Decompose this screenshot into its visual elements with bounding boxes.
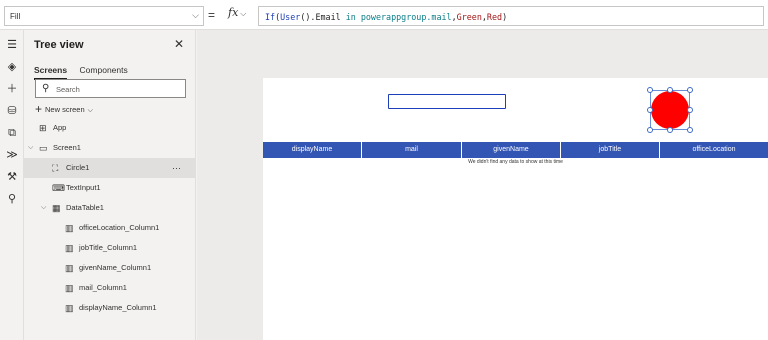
resize-handle[interactable] — [647, 87, 653, 93]
tree-item-label: jobTitle_Column1 — [79, 243, 138, 252]
tree-item-officelocation-column1[interactable]: ▥ officeLocation_Column1 — [24, 218, 195, 238]
column-icon: ▥ — [65, 243, 74, 253]
column-icon: ▥ — [65, 283, 74, 293]
panel-title: Tree view — [34, 39, 84, 51]
fx-button[interactable]: fx ⌵ — [228, 6, 256, 24]
screen-icon: ▭ — [39, 143, 48, 153]
column-header-displayname[interactable]: displayName — [263, 142, 362, 158]
data-table-header: displayName mail givenName jobTitle offi… — [263, 142, 768, 158]
tree-item-label: mail_Column1 — [79, 283, 127, 292]
tree-item-datatable1[interactable]: ⌵ ▦ DataTable1 — [24, 198, 195, 218]
new-screen-label: New screen — [45, 105, 85, 114]
column-header-givenname[interactable]: givenName — [462, 142, 561, 158]
resize-handle[interactable] — [667, 127, 673, 133]
column-header-mail[interactable]: mail — [362, 142, 462, 158]
column-icon: ▥ — [65, 263, 74, 273]
resize-handle[interactable] — [687, 127, 693, 133]
formula-token: If — [265, 12, 276, 22]
tree-item-screen1[interactable]: ⌵ ▭ Screen1 — [24, 138, 195, 158]
empty-table-message: We didn't find any data to show at this … — [468, 159, 563, 165]
chevron-down-icon[interactable]: ⌵ — [28, 138, 33, 158]
tree-item-displayname-column1[interactable]: ▥ displayName_Column1 — [24, 298, 195, 318]
tree-item-label: App — [53, 123, 67, 132]
circle-control[interactable] — [651, 91, 689, 129]
search-input[interactable]: ⚲ Search — [35, 79, 186, 98]
data-icon[interactable]: ⛁ — [0, 100, 24, 122]
menu-icon[interactable]: ☰ — [0, 34, 24, 56]
formula-token: in — [345, 12, 356, 22]
close-icon[interactable]: ✕ — [174, 37, 184, 51]
tree-item-label: officeLocation_Column1 — [79, 223, 160, 232]
fx-icon: fx — [228, 6, 239, 19]
chevron-down-icon: ⌵ — [87, 107, 93, 114]
tree-item-label: DataTable1 — [66, 203, 104, 212]
tree-item-jobtitle-column1[interactable]: ▥ jobTitle_Column1 — [24, 238, 195, 258]
search-icon: ⚲ — [42, 83, 50, 94]
new-screen-button[interactable]: + New screen ⌵ — [35, 102, 93, 116]
insert-icon[interactable]: ＋ — [0, 78, 24, 100]
column-header-jobtitle[interactable]: jobTitle — [561, 142, 660, 158]
column-header-officelocation[interactable]: officeLocation — [660, 142, 768, 158]
property-value: Fill — [10, 12, 21, 21]
tree-view-panel: Tree view ✕ Screens Components ⚲ Search … — [24, 30, 196, 340]
tree-item-textinput1[interactable]: ⌨ TextInput1 — [24, 178, 195, 198]
more-options-icon[interactable]: ··· — [172, 158, 181, 178]
text-input-control[interactable] — [388, 94, 506, 109]
tree-item-label: Circle1 — [66, 163, 90, 172]
chevron-down-icon: ⌵ — [192, 10, 199, 20]
text-input-icon: ⌨ — [52, 183, 65, 193]
left-rail: ☰ ◈ ＋ ⛁ ⧉ ≫ ⚒ ⚲ — [0, 30, 24, 340]
resize-handle[interactable] — [647, 127, 653, 133]
column-icon: ▥ — [65, 223, 74, 233]
tree-item-mail-column1[interactable]: ▥ mail_Column1 — [24, 278, 195, 298]
formula-token: Red — [486, 12, 503, 22]
advanced-tools-icon[interactable]: ⚒ — [0, 166, 24, 188]
layers-icon[interactable]: ◈ — [0, 56, 24, 78]
formula-token: Green — [456, 12, 482, 22]
tree-item-label: TextInput1 — [66, 183, 101, 192]
data-table-icon: ▦ — [52, 203, 61, 213]
formula-bar: Fill ⌵ = fx ⌵ If(User().Email in powerapp… — [0, 0, 768, 30]
power-automate-icon[interactable]: ≫ — [0, 144, 24, 166]
tree-tabs: Screens Components — [34, 60, 136, 80]
tree-item-givenname-column1[interactable]: ▥ givenName_Column1 — [24, 258, 195, 278]
tree-item-label: displayName_Column1 — [79, 303, 157, 312]
formula-token: powerappgroup.mail — [355, 12, 452, 22]
plus-icon: + — [35, 102, 43, 116]
tree-item-label: givenName_Column1 — [79, 263, 152, 272]
formula-token: ) — [502, 12, 508, 22]
tab-components[interactable]: Components — [80, 65, 128, 78]
tree-item-app[interactable]: ⊞ App — [24, 118, 195, 138]
tree-item-label: Screen1 — [53, 143, 81, 152]
chevron-down-icon[interactable]: ⌵ — [41, 198, 46, 218]
equals-sign: = — [208, 8, 216, 22]
resize-handle[interactable] — [687, 87, 693, 93]
media-icon[interactable]: ⧉ — [0, 122, 24, 144]
search-placeholder: Search — [56, 85, 80, 94]
property-dropdown[interactable]: Fill ⌵ — [4, 6, 204, 26]
formula-input[interactable]: If(User().Email in powerappgroup.mail,Gr… — [258, 6, 764, 26]
resize-handle[interactable] — [667, 87, 673, 93]
formula-token: User — [280, 12, 301, 22]
resize-handle[interactable] — [687, 107, 693, 113]
search-icon[interactable]: ⚲ — [0, 188, 24, 210]
circle-shape-icon: ⛶ — [52, 163, 59, 173]
column-icon: ▥ — [65, 303, 74, 313]
tab-screens[interactable]: Screens — [34, 65, 68, 80]
chevron-down-icon: ⌵ — [240, 9, 247, 18]
formula-token: ().Email — [300, 12, 346, 22]
tree-item-circle1[interactable]: ⛶ Circle1 ··· — [24, 158, 195, 178]
app-icon: ⊞ — [39, 123, 47, 133]
app-screen[interactable]: displayName mail givenName jobTitle offi… — [263, 78, 768, 340]
resize-handle[interactable] — [647, 107, 653, 113]
